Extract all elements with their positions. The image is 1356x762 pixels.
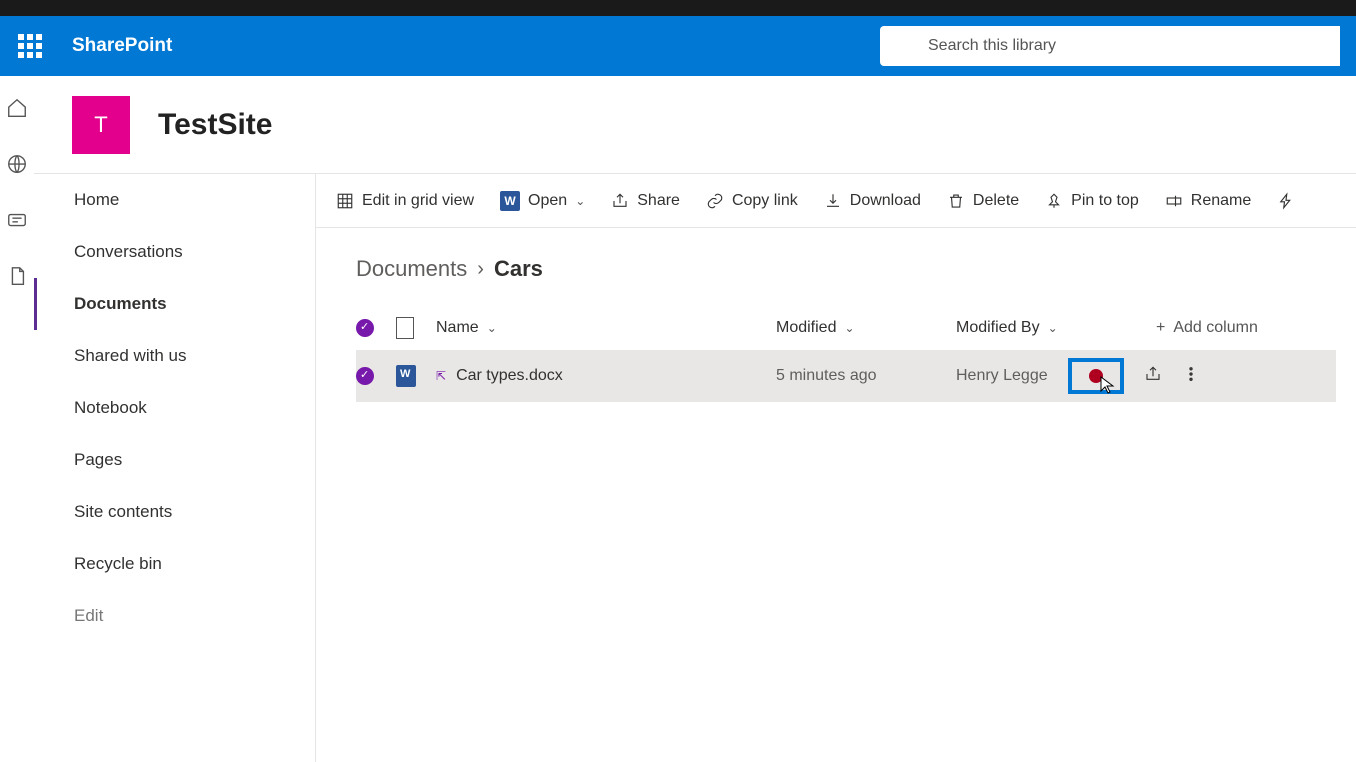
- breadcrumb-parent[interactable]: Documents: [356, 256, 467, 282]
- new-indicator-icon: ⇱: [436, 369, 446, 383]
- suite-header: SharePoint: [0, 16, 1356, 76]
- pin-button[interactable]: Pin to top: [1045, 192, 1139, 210]
- home-icon[interactable]: [5, 96, 29, 120]
- search-input[interactable]: [928, 37, 1326, 55]
- app-rail: [0, 76, 34, 762]
- content-area: Edit in grid view W Open ⌄ Share Copy li…: [316, 174, 1356, 762]
- column-modified[interactable]: Modified⌄: [776, 319, 956, 337]
- share-icon: [611, 192, 629, 210]
- modified-cell: 5 minutes ago: [776, 367, 956, 385]
- file-row[interactable]: ⇱ Car types.docx 5 minutes ago Henry Leg…: [356, 350, 1336, 402]
- row-more-button[interactable]: [1182, 365, 1200, 388]
- brand-label[interactable]: SharePoint: [72, 35, 172, 57]
- nav-recycle-bin[interactable]: Recycle bin: [34, 538, 315, 590]
- row-hover-actions: [1068, 358, 1200, 394]
- file-name[interactable]: Car types.docx: [456, 367, 563, 385]
- download-button[interactable]: Download: [824, 192, 921, 210]
- left-nav: Home Conversations Documents Shared with…: [34, 174, 316, 762]
- copy-link-label: Copy link: [732, 192, 798, 210]
- edit-grid-label: Edit in grid view: [362, 192, 474, 210]
- breadcrumb: Documents › Cars: [316, 228, 1356, 306]
- file-grid: Name⌄ Modified⌄ Modified By⌄ +Add column…: [316, 306, 1356, 402]
- column-name[interactable]: Name⌄: [436, 319, 776, 337]
- automate-button[interactable]: [1277, 192, 1295, 210]
- tutorial-highlight: [1068, 358, 1124, 394]
- command-bar: Edit in grid view W Open ⌄ Share Copy li…: [316, 174, 1356, 228]
- select-all-checkbox[interactable]: [356, 319, 374, 337]
- rename-icon: [1165, 192, 1183, 210]
- row-share-button[interactable]: [1144, 365, 1162, 388]
- grid-icon: [336, 192, 354, 210]
- pin-label: Pin to top: [1071, 192, 1139, 210]
- download-icon: [824, 192, 842, 210]
- word-icon: W: [500, 191, 520, 211]
- row-checkbox[interactable]: [356, 367, 374, 385]
- word-doc-icon: [396, 365, 416, 387]
- nav-documents[interactable]: Documents: [34, 278, 315, 330]
- nav-edit[interactable]: Edit: [34, 590, 315, 642]
- link-icon: [706, 192, 724, 210]
- grid-header: Name⌄ Modified⌄ Modified By⌄ +Add column: [356, 306, 1336, 350]
- download-label: Download: [850, 192, 921, 210]
- nav-conversations[interactable]: Conversations: [34, 226, 315, 278]
- add-column-button[interactable]: +Add column: [1156, 319, 1336, 337]
- site-header: T TestSite: [34, 76, 1356, 174]
- nav-home[interactable]: Home: [34, 174, 315, 226]
- site-title[interactable]: TestSite: [158, 108, 272, 142]
- site-logo[interactable]: T: [72, 96, 130, 154]
- chevron-down-icon: ⌄: [487, 321, 497, 335]
- browser-address-bar: [0, 0, 1356, 16]
- pin-icon: [1045, 192, 1063, 210]
- file-type-icon: [396, 317, 414, 339]
- plus-icon: +: [1156, 319, 1165, 337]
- column-modified-by[interactable]: Modified By⌄: [956, 319, 1156, 337]
- chevron-down-icon: ⌄: [844, 321, 854, 335]
- nav-pages[interactable]: Pages: [34, 434, 315, 486]
- delete-label: Delete: [973, 192, 1019, 210]
- edit-grid-button[interactable]: Edit in grid view: [336, 192, 474, 210]
- flow-icon: [1277, 192, 1295, 210]
- share-label: Share: [637, 192, 680, 210]
- share-button[interactable]: Share: [611, 192, 680, 210]
- search-box[interactable]: [880, 26, 1340, 66]
- trash-icon: [947, 192, 965, 210]
- open-button[interactable]: W Open ⌄: [500, 191, 585, 211]
- open-label: Open: [528, 192, 567, 210]
- app-launcher-icon[interactable]: [16, 32, 44, 60]
- nav-site-contents[interactable]: Site contents: [34, 486, 315, 538]
- breadcrumb-current: Cars: [494, 256, 543, 282]
- globe-icon[interactable]: [5, 152, 29, 176]
- rename-button[interactable]: Rename: [1165, 192, 1251, 210]
- search-icon: [894, 36, 914, 56]
- nav-shared[interactable]: Shared with us: [34, 330, 315, 382]
- rename-label: Rename: [1191, 192, 1251, 210]
- chevron-right-icon: ›: [477, 258, 484, 281]
- chevron-down-icon: ⌄: [1048, 321, 1058, 335]
- nav-notebook[interactable]: Notebook: [34, 382, 315, 434]
- news-icon[interactable]: [5, 208, 29, 232]
- files-icon[interactable]: [5, 264, 29, 288]
- copy-link-button[interactable]: Copy link: [706, 192, 798, 210]
- delete-button[interactable]: Delete: [947, 192, 1019, 210]
- cursor-icon: [1100, 376, 1116, 396]
- chevron-down-icon: ⌄: [575, 194, 585, 208]
